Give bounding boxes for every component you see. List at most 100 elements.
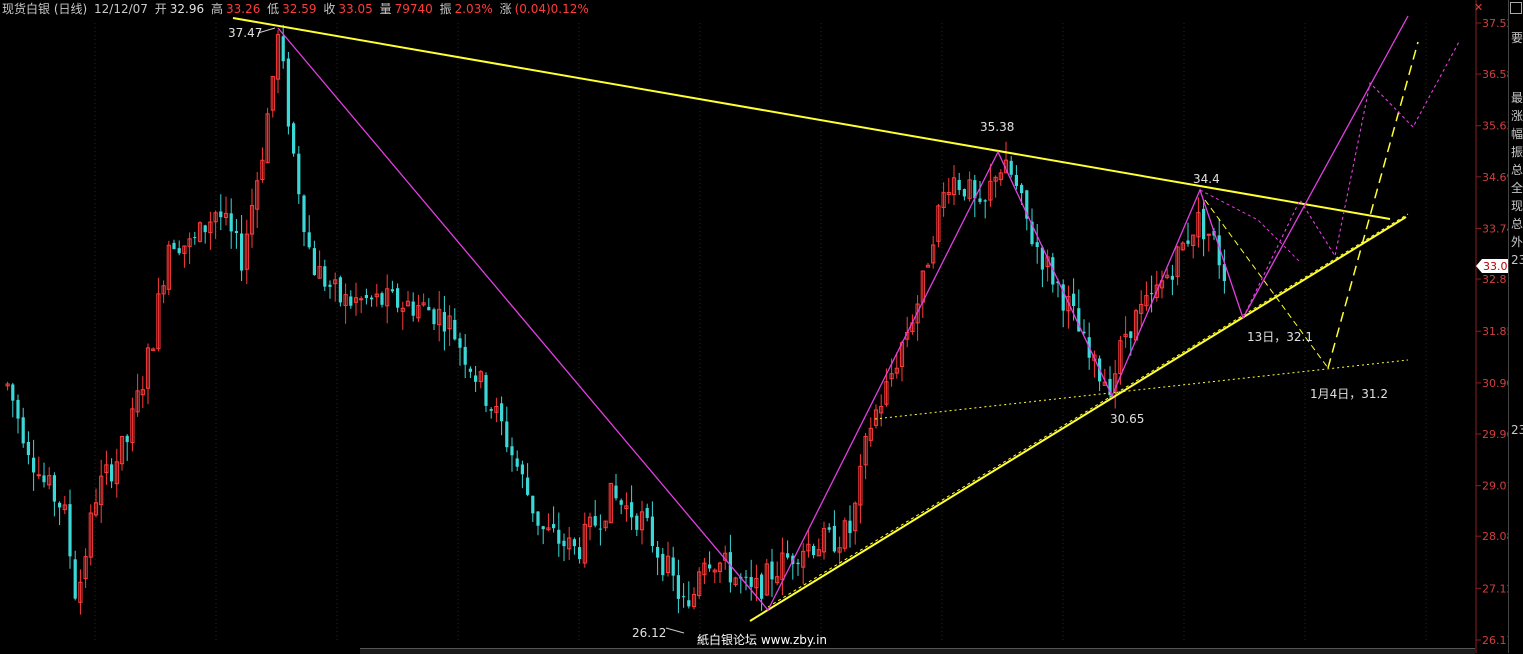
candle-body — [708, 564, 712, 569]
candle — [474, 365, 478, 392]
candle-body — [302, 195, 306, 232]
candle — [1014, 165, 1018, 190]
candle-body — [687, 600, 691, 607]
candle-body — [52, 475, 56, 502]
candle — [717, 561, 723, 584]
candle-body — [552, 524, 556, 529]
candle — [993, 175, 998, 198]
candle — [297, 146, 301, 204]
candle-body — [962, 189, 966, 197]
candle — [110, 458, 114, 489]
candle — [764, 558, 769, 597]
label-high-2: 35.38 — [980, 120, 1014, 134]
candle-body — [411, 301, 415, 316]
candle-body — [125, 435, 129, 443]
open-value: 32.96 — [169, 2, 205, 16]
candle — [58, 501, 62, 526]
candle-body — [468, 368, 472, 372]
candle — [842, 517, 847, 552]
candle — [421, 293, 426, 307]
candle — [411, 292, 415, 322]
candle — [1186, 222, 1190, 247]
candle — [827, 523, 831, 533]
candle-body — [390, 289, 394, 292]
candle-body — [682, 596, 686, 598]
candle-body — [744, 576, 748, 578]
candle-body — [536, 511, 540, 526]
candle-body — [1202, 208, 1206, 240]
candle — [140, 376, 145, 409]
candle — [442, 296, 446, 351]
candle — [145, 343, 151, 405]
volume-label: 量 — [379, 2, 392, 16]
candle — [32, 439, 36, 491]
candle-body — [26, 441, 30, 456]
candle — [114, 448, 119, 498]
candle — [223, 196, 229, 226]
candle-body — [520, 464, 524, 475]
candlestick-chart[interactable]: 37.5236.5835.6334.6933.7432.8131.8530.90… — [0, 0, 1523, 653]
candle — [780, 537, 785, 596]
candle-body — [531, 495, 535, 514]
candle — [546, 513, 551, 532]
horizontal-scrollbar[interactable] — [360, 648, 1475, 654]
candle-body — [619, 500, 623, 505]
candle — [821, 521, 827, 560]
candle — [244, 219, 249, 285]
close-label: 收 — [323, 2, 336, 16]
candle-body — [848, 520, 852, 534]
candle — [702, 557, 707, 585]
candle-body — [635, 515, 639, 530]
candle-body — [827, 527, 831, 530]
maximize-button[interactable] — [1510, 2, 1522, 14]
candle — [161, 280, 166, 304]
wave-projection — [1242, 39, 1461, 319]
candle — [374, 284, 379, 307]
chart-stage[interactable]: 37.52 36.58 35.63 34.69 33.74 32.81 31.85 30.90… — [0, 0, 1523, 654]
candle — [432, 307, 436, 330]
candle — [665, 541, 671, 577]
candle — [349, 290, 353, 309]
candle-body — [786, 553, 790, 558]
candle — [380, 291, 384, 308]
candle — [951, 164, 957, 205]
candle — [234, 218, 238, 249]
candle — [500, 396, 504, 436]
candle — [104, 450, 109, 485]
candle — [744, 570, 748, 591]
candle — [463, 333, 467, 379]
candle-body — [832, 525, 836, 552]
candle — [812, 543, 816, 559]
quote-header: 现货白银 (日线) 12/12/07 开 32.96 高 33.26 低 32.59 … — [2, 1, 592, 17]
candle — [385, 274, 390, 324]
candle-body — [1170, 275, 1174, 280]
candle-body — [359, 298, 364, 301]
candle — [343, 283, 348, 324]
sidebar-char: 涨 — [1511, 109, 1523, 123]
candle — [593, 500, 597, 528]
candle-body — [297, 153, 301, 195]
candle — [691, 587, 697, 610]
volume-value: 79740 — [394, 2, 433, 16]
candle-body — [396, 288, 400, 308]
candle — [816, 538, 821, 557]
candle — [177, 240, 181, 256]
change-value: (0.04)0.12% — [514, 2, 589, 16]
candle — [416, 294, 421, 322]
candle — [1191, 234, 1196, 259]
candle — [405, 290, 411, 307]
candle — [323, 259, 327, 292]
candle — [848, 505, 852, 548]
close-icon[interactable]: ✕ — [1474, 1, 1483, 14]
candle-body — [510, 446, 514, 456]
candle — [468, 366, 472, 379]
candle — [853, 501, 858, 545]
high-label: 高 — [210, 2, 223, 16]
candle — [656, 540, 660, 576]
candle-body — [645, 508, 649, 518]
candle-body — [489, 409, 493, 411]
candle-body — [1072, 293, 1076, 307]
candle — [1123, 316, 1128, 348]
candle — [587, 512, 593, 541]
candle — [317, 250, 322, 279]
